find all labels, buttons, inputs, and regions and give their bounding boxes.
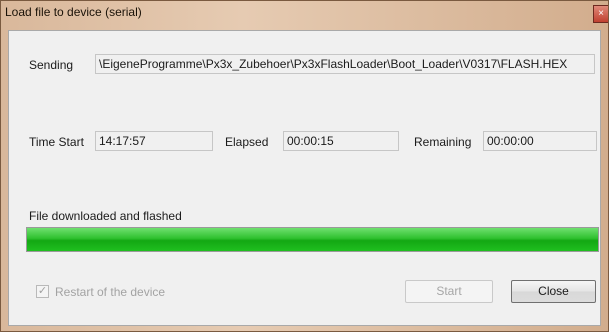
restart-checkbox-label[interactable]: Restart of the device bbox=[55, 285, 165, 299]
time-start-field: 14:17:57 bbox=[95, 131, 213, 151]
remaining-field: 00:00:00 bbox=[483, 131, 597, 151]
remaining-label: Remaining bbox=[414, 135, 472, 149]
close-button[interactable]: Close bbox=[511, 280, 596, 303]
restart-checkbox[interactable]: ✓ bbox=[36, 285, 49, 298]
sending-path-field: \EigeneProgramme\Px3x_Zubehoer\Px3xFlash… bbox=[95, 54, 595, 74]
sending-label: Sending bbox=[29, 58, 74, 72]
progress-bar bbox=[26, 227, 599, 252]
start-button[interactable]: Start bbox=[405, 280, 493, 303]
progress-bar-fill bbox=[27, 228, 598, 251]
elapsed-label: Elapsed bbox=[225, 135, 269, 149]
title-bar[interactable]: Load file to device (serial) × bbox=[1, 1, 608, 25]
status-text: File downloaded and flashed bbox=[29, 209, 182, 223]
window-title: Load file to device (serial) bbox=[5, 5, 142, 19]
time-start-label: Time Start bbox=[29, 135, 84, 149]
dialog-window: Load file to device (serial) × Sending \… bbox=[0, 0, 609, 332]
checkmark-icon: ✓ bbox=[37, 285, 48, 297]
close-icon[interactable]: × bbox=[593, 5, 608, 23]
elapsed-field: 00:00:15 bbox=[283, 131, 399, 151]
